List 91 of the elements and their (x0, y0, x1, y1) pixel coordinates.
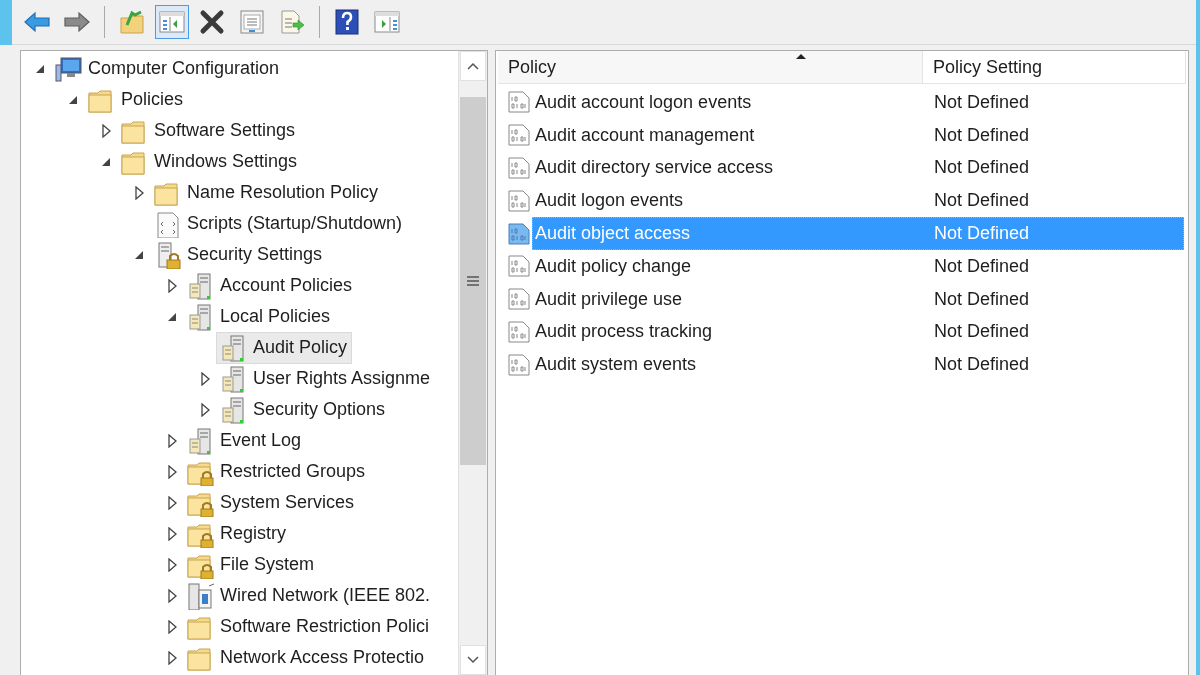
table-cell[interactable]: Audit logon events (533, 190, 934, 212)
policy-icon (506, 188, 532, 213)
table-cell: Not Defined (934, 124, 1030, 146)
pane-left-icon (159, 10, 185, 34)
pane-right-icon (374, 10, 400, 34)
tree-item[interactable]: Local Policies (220, 306, 331, 327)
tree-item[interactable]: Account Policies (220, 275, 353, 296)
sort-ascending-icon (794, 53, 807, 60)
scroll-up-icon[interactable] (467, 62, 479, 70)
table-cell[interactable]: Audit account logon events (533, 91, 934, 113)
back-arrow-icon (23, 10, 51, 34)
expand-arrow-icon[interactable] (167, 278, 177, 293)
show-tree-button[interactable] (155, 5, 189, 39)
table-cell: Not Defined (934, 354, 1030, 376)
table-cell: Not Defined (934, 321, 1030, 343)
table-cell[interactable]: Audit process tracking (533, 321, 934, 343)
expand-arrow-icon[interactable] (167, 526, 177, 541)
expand-arrow-icon[interactable] (134, 185, 144, 200)
tree-item[interactable]: Security Settings (187, 244, 323, 265)
computer-icon (54, 54, 82, 83)
tree-item[interactable]: Policies (121, 89, 184, 110)
tree-item[interactable]: Network Access Protectio (220, 647, 425, 668)
column-header[interactable]: Policy (498, 51, 923, 83)
tree-item[interactable]: File System (220, 554, 315, 575)
server-icon (186, 302, 214, 331)
expand-arrow-icon[interactable] (200, 371, 210, 386)
table-cell[interactable]: Audit policy change (533, 255, 934, 277)
collapse-arrow-icon[interactable] (101, 156, 111, 167)
table-cell: Not Defined (934, 288, 1030, 310)
policy-icon (506, 287, 532, 312)
export-list-icon (279, 9, 305, 35)
tree-item[interactable]: Wired Network (IEEE 802. (220, 585, 431, 606)
policy-icon (506, 319, 532, 344)
table-cell: Not Defined (934, 157, 1030, 179)
delete-icon (199, 9, 225, 35)
policy-icon (506, 221, 532, 246)
table-cell: Not Defined (934, 255, 1030, 277)
tree-item[interactable]: Windows Settings (154, 151, 298, 172)
policy-icon (506, 254, 532, 279)
collapse-arrow-icon[interactable] (167, 311, 177, 322)
tree-item[interactable]: Registry (220, 523, 286, 544)
server-icon (186, 271, 214, 300)
tree-item-highlight[interactable]: Audit Policy (216, 331, 353, 364)
tree-item[interactable]: Event Log (220, 430, 302, 451)
tree-item[interactable]: Audit Policy (253, 337, 348, 358)
table-cell: Not Defined (934, 223, 1030, 245)
table-cell: Not Defined (934, 190, 1030, 212)
window-border (0, 0, 12, 45)
table-cell[interactable]: Audit account management (533, 124, 934, 146)
policy-icon (506, 123, 532, 148)
expand-arrow-icon[interactable] (167, 433, 177, 448)
server-icon (186, 426, 214, 455)
table-cell[interactable]: Audit system events (533, 354, 934, 376)
expand-arrow-icon[interactable] (167, 588, 177, 603)
expand-arrow-icon[interactable] (167, 495, 177, 510)
expand-arrow-icon[interactable] (200, 402, 210, 417)
expand-arrow-icon[interactable] (101, 123, 111, 138)
server-icon (219, 333, 247, 362)
policy-icon (506, 90, 532, 115)
expand-arrow-icon[interactable] (167, 557, 177, 572)
network-server-icon (186, 581, 214, 610)
tree-item[interactable]: Computer Configuration (88, 58, 280, 79)
folder-up-icon (119, 9, 145, 35)
table-cell[interactable]: Audit privilege use (533, 288, 934, 310)
expand-arrow-icon[interactable] (167, 464, 177, 479)
expand-arrow-icon[interactable] (167, 650, 177, 665)
collapse-arrow-icon[interactable] (68, 94, 78, 105)
tree-item[interactable]: Software Settings (154, 120, 296, 141)
table-cell: Not Defined (934, 91, 1030, 113)
tree-item[interactable]: System Services (220, 492, 355, 513)
grip-icon (466, 275, 480, 287)
tree-item[interactable]: Scripts (Startup/Shutdown) (187, 213, 403, 234)
tree-item[interactable]: Software Restriction Polici (220, 616, 430, 637)
expand-arrow-icon[interactable] (167, 619, 177, 634)
server-icon (219, 395, 247, 424)
table-cell[interactable]: Audit directory service access (533, 157, 934, 179)
scroll-down-icon[interactable] (467, 656, 479, 664)
tree-item[interactable]: Restricted Groups (220, 461, 366, 482)
collapse-arrow-icon[interactable] (134, 249, 144, 260)
forward-arrow-icon (63, 10, 91, 34)
properties-icon (239, 9, 265, 35)
tree-item[interactable]: Security Options (253, 399, 386, 420)
help-icon (335, 9, 359, 35)
policy-icon (506, 156, 532, 180)
server-icon (219, 364, 247, 393)
vertical-scrollbar[interactable] (458, 51, 487, 675)
collapse-arrow-icon[interactable] (35, 63, 45, 74)
tree-item[interactable]: User Rights Assignme (253, 368, 431, 389)
policy-icon (506, 352, 532, 377)
tree-item[interactable]: Name Resolution Policy (187, 182, 379, 203)
column-header[interactable]: Policy Setting (923, 51, 1186, 83)
